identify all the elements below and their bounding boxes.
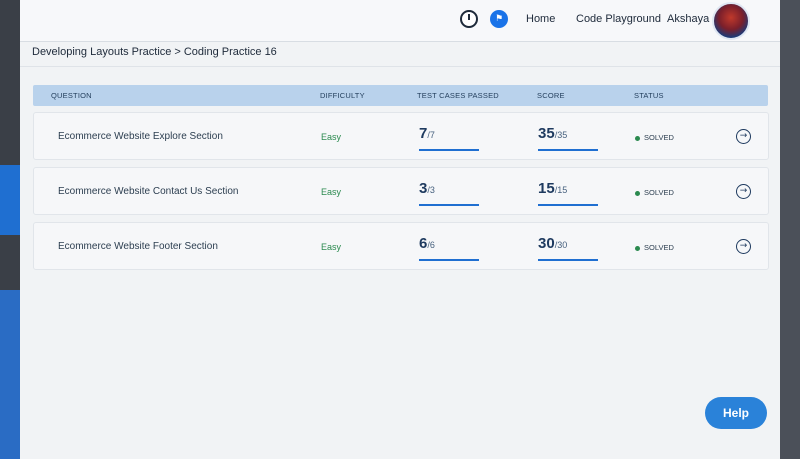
question-title[interactable]: Ecommerce Website Contact Us Section: [58, 186, 238, 197]
app-window: ⚑ Home Code Playground Akshaya Developin…: [20, 0, 780, 459]
score-value: 30: [538, 235, 555, 252]
arrow-right-icon[interactable]: →: [736, 129, 751, 144]
test-cases-metric: 6/6: [419, 235, 479, 261]
status-dot-icon: [635, 245, 640, 251]
test-cases-metric: 7/7: [419, 125, 479, 151]
difficulty-label: Easy: [321, 132, 342, 142]
table-row[interactable]: Ecommerce Website Footer Section Easy 6/…: [33, 222, 769, 270]
breadcrumb-current: Coding Practice 16: [183, 46, 277, 58]
help-button[interactable]: Help: [705, 397, 767, 429]
status-badge: SOLVED: [635, 188, 674, 197]
avatar[interactable]: [712, 2, 750, 40]
difficulty-label: Easy: [321, 242, 342, 252]
breadcrumb-parent[interactable]: Developing Layouts Practice: [32, 46, 171, 58]
top-nav-bar: ⚑ Home Code Playground Akshaya: [20, 0, 780, 42]
score-metric: 35/35: [538, 125, 598, 151]
status-badge: SOLVED: [635, 133, 674, 142]
tests-progress-bar: [419, 149, 479, 151]
background-strip: [0, 165, 20, 235]
score-progress-bar: [538, 204, 598, 206]
difficulty-label: Easy: [321, 187, 342, 197]
status-label: SOLVED: [644, 188, 674, 197]
score-progress-bar: [538, 259, 598, 261]
tests-progress-bar: [419, 259, 479, 261]
status-label: SOLVED: [644, 133, 674, 142]
question-title[interactable]: Ecommerce Website Footer Section: [58, 241, 218, 252]
tests-total: /7: [427, 130, 435, 140]
status-badge: SOLVED: [635, 243, 674, 252]
header-question: QUESTION: [51, 91, 92, 100]
flag-icon[interactable]: ⚑: [490, 10, 508, 28]
breadcrumb-separator: >: [174, 46, 181, 58]
score-total: /35: [554, 130, 568, 140]
tests-total: /3: [427, 185, 435, 195]
divider: [20, 66, 780, 67]
header-test-cases: TEST CASES PASSED: [417, 91, 499, 100]
header-difficulty: DIFFICULTY: [320, 91, 365, 100]
user-name[interactable]: Akshaya: [667, 13, 709, 25]
score-value: 15: [538, 180, 555, 197]
arrow-right-icon[interactable]: →: [736, 184, 751, 199]
breadcrumb: Developing Layouts Practice > Coding Pract…: [32, 46, 277, 58]
arrow-right-icon[interactable]: →: [736, 239, 751, 254]
score-total: /30: [554, 240, 568, 250]
score-metric: 30/30: [538, 235, 598, 261]
score-metric: 15/15: [538, 180, 598, 206]
score-progress-bar: [538, 149, 598, 151]
header-status: STATUS: [634, 91, 664, 100]
score-value: 35: [538, 125, 555, 142]
status-dot-icon: [635, 135, 640, 141]
background-strip: [0, 290, 20, 459]
question-title[interactable]: Ecommerce Website Explore Section: [58, 131, 223, 142]
score-total: /15: [554, 185, 568, 195]
table-header: QUESTION DIFFICULTY TEST CASES PASSED SC…: [33, 85, 768, 106]
status-label: SOLVED: [644, 243, 674, 252]
timer-icon[interactable]: [460, 10, 478, 28]
background-strip: [780, 0, 800, 459]
status-dot-icon: [635, 190, 640, 196]
table-row[interactable]: Ecommerce Website Explore Section Easy 7…: [33, 112, 769, 160]
nav-home-link[interactable]: Home: [526, 13, 555, 25]
test-cases-metric: 3/3: [419, 180, 479, 206]
tests-total: /6: [427, 240, 435, 250]
nav-code-playground-link[interactable]: Code Playground: [576, 13, 661, 25]
header-score: SCORE: [537, 91, 565, 100]
tests-progress-bar: [419, 204, 479, 206]
table-row[interactable]: Ecommerce Website Contact Us Section Eas…: [33, 167, 769, 215]
